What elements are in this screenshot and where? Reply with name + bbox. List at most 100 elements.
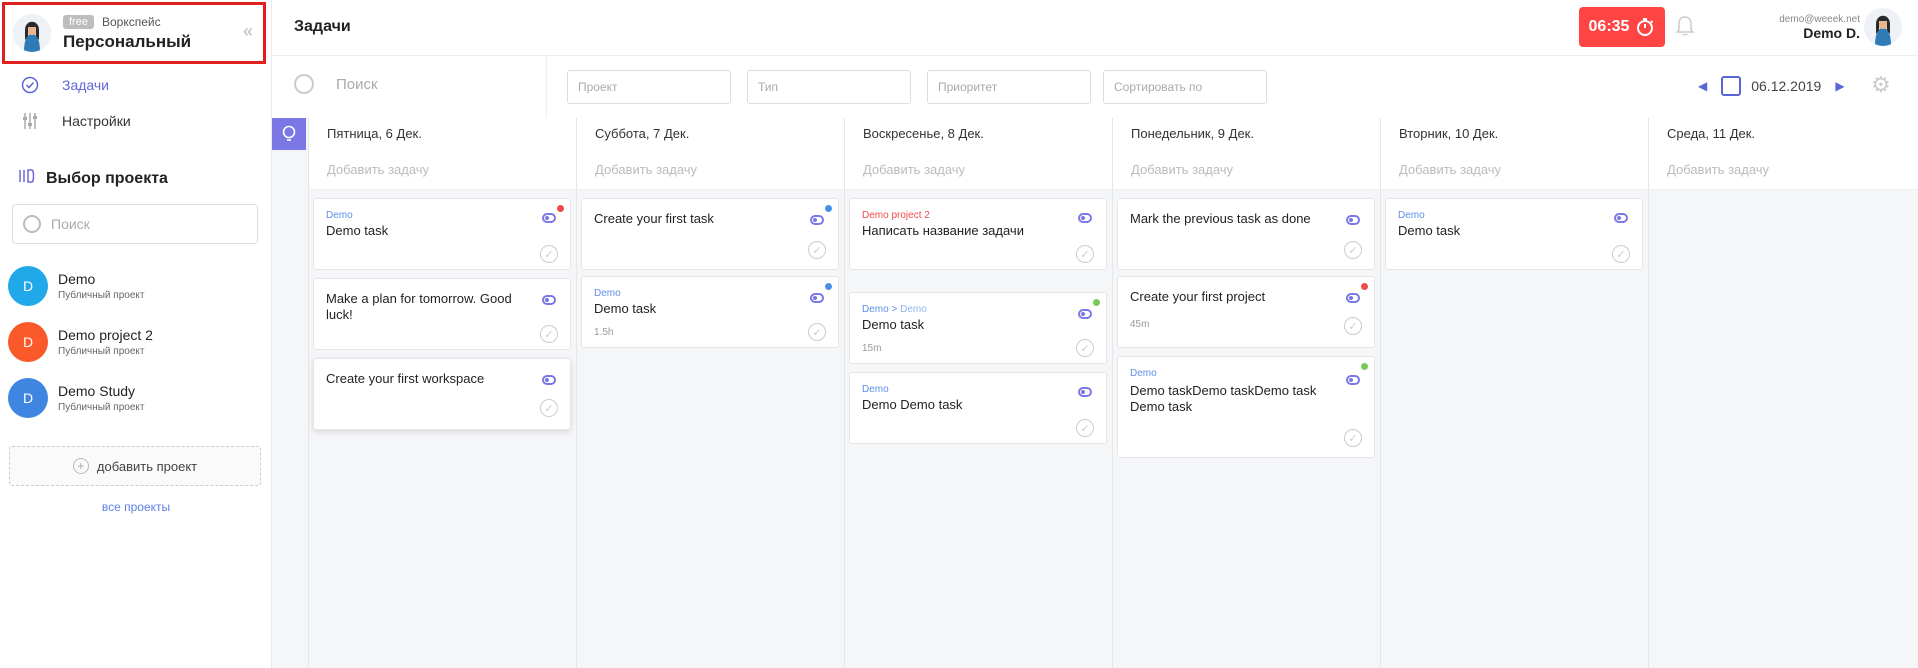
nav-label: Задачи xyxy=(62,77,110,93)
nav-item-tasks[interactable]: Задачи xyxy=(18,73,109,97)
complete-check-icon[interactable]: ✓ xyxy=(808,323,826,341)
toggle-icon[interactable] xyxy=(542,295,556,305)
projects-title: Выбор проекта xyxy=(46,169,168,187)
complete-check-icon[interactable]: ✓ xyxy=(1344,429,1362,447)
toggle-icon[interactable] xyxy=(1346,293,1360,303)
task-card[interactable]: Demo project 2 Написать название задачи … xyxy=(849,198,1107,270)
complete-check-icon[interactable]: ✓ xyxy=(1076,339,1094,357)
complete-check-icon[interactable]: ✓ xyxy=(1344,241,1362,259)
add-task-button[interactable]: Добавить задачу xyxy=(1649,150,1918,177)
toggle-icon[interactable] xyxy=(1078,387,1092,397)
toggle-icon[interactable] xyxy=(1346,215,1360,225)
task-project-tag: Demo xyxy=(326,210,353,221)
task-project-tag: Demo > Demo xyxy=(862,304,927,315)
project-search-input[interactable]: Поиск xyxy=(12,204,258,244)
sort-filter[interactable]: Сортировать по xyxy=(1103,70,1267,104)
toggle-icon[interactable] xyxy=(542,213,556,223)
project-subtitle: Публичный проект xyxy=(58,402,145,413)
current-date: 06.12.2019 xyxy=(1751,78,1822,94)
complete-check-icon[interactable]: ✓ xyxy=(1612,245,1630,263)
complete-check-icon[interactable]: ✓ xyxy=(1076,419,1094,437)
toggle-icon[interactable] xyxy=(1614,213,1628,223)
task-title: Create your first workspace xyxy=(326,371,485,386)
sliders-icon xyxy=(18,109,42,133)
priority-filter[interactable]: Приоритет xyxy=(927,70,1091,104)
bell-icon[interactable] xyxy=(1675,14,1695,42)
page-title: Задачи xyxy=(294,18,351,35)
task-card[interactable]: Demo > Demo Demo task 15m ✓ xyxy=(849,292,1107,364)
task-title: Demo taskDemo taskDemo task Demo task xyxy=(1130,383,1317,414)
task-project-tag: Demo xyxy=(1130,368,1157,379)
toggle-icon[interactable] xyxy=(1078,309,1092,319)
task-card[interactable]: Make a plan for tomorrow. Good luck! ✓ xyxy=(313,278,571,350)
all-projects-link[interactable]: все проекты xyxy=(0,500,272,514)
complete-check-icon[interactable]: ✓ xyxy=(1076,245,1094,263)
project-subtitle: Публичный проект xyxy=(58,290,145,301)
task-card[interactable]: Create your first task ✓ xyxy=(581,198,839,270)
search-icon xyxy=(23,215,41,233)
nav-item-settings[interactable]: Настройки xyxy=(18,109,131,133)
calendar-icon[interactable] xyxy=(1721,76,1742,96)
task-duration: 45m xyxy=(1130,319,1150,330)
priority-dot xyxy=(1361,283,1368,290)
prev-date-icon[interactable]: ◀ xyxy=(1698,79,1707,93)
add-task-button[interactable]: Добавить задачу xyxy=(1113,150,1380,177)
complete-check-icon[interactable]: ✓ xyxy=(808,241,826,259)
workspace-selector[interactable]: free Воркспейс Персональный « xyxy=(2,2,266,64)
day-column: Среда, 11 Дек. Добавить задачу xyxy=(1648,118,1918,668)
task-search-input[interactable]: Поиск xyxy=(294,74,378,94)
toggle-icon[interactable] xyxy=(542,375,556,385)
project-name: Demo project 2 xyxy=(58,327,153,343)
project-filter[interactable]: Проект xyxy=(567,70,731,104)
project-item-demo[interactable]: D Demo Публичный проект xyxy=(8,266,144,306)
timer-value: 06:35 xyxy=(1588,18,1630,35)
task-duration: 15m xyxy=(862,343,882,354)
task-card[interactable]: Demo Demo task ✓ xyxy=(313,198,571,270)
task-title: Create your first task xyxy=(594,211,714,226)
task-card[interactable]: Demo Demo Demo task ✓ xyxy=(849,372,1107,444)
project-item-demo-study[interactable]: D Demo Study Публичный проект xyxy=(8,378,144,418)
toggle-icon[interactable] xyxy=(1078,213,1092,223)
type-filter[interactable]: Тип xyxy=(747,70,911,104)
project-name: Demo xyxy=(58,271,96,287)
toggle-icon[interactable] xyxy=(1346,375,1360,385)
gear-icon[interactable]: ⚙ xyxy=(1871,72,1891,98)
plan-badge: free xyxy=(63,14,94,29)
add-task-button[interactable]: Добавить задачу xyxy=(1381,150,1648,177)
collapse-sidebar-icon[interactable]: « xyxy=(243,21,253,42)
task-project-tag: Demo xyxy=(862,384,889,395)
task-project-tag: Demo xyxy=(1398,210,1425,221)
task-card[interactable]: Demo Demo taskDemo taskDemo task Demo ta… xyxy=(1117,356,1375,458)
search-placeholder: Поиск xyxy=(336,75,378,93)
next-date-icon[interactable]: ▶ xyxy=(1835,79,1844,93)
project-item-demo-project-2[interactable]: D Demo project 2 Публичный проект xyxy=(8,322,153,362)
task-card[interactable]: Create your first workspace ✓ xyxy=(313,358,571,430)
task-card[interactable]: Create your first project 45m ✓ xyxy=(1117,276,1375,348)
date-navigator: ◀ 06.12.2019 ▶ xyxy=(1698,76,1845,96)
add-project-button[interactable]: + добавить проект xyxy=(9,446,261,486)
user-email: demo@weeek.net xyxy=(1779,14,1860,25)
task-title: Create your first project xyxy=(1130,289,1266,304)
toggle-icon[interactable] xyxy=(810,293,824,303)
task-card[interactable]: Demo Demo task 1.5h ✓ xyxy=(581,276,839,348)
complete-check-icon[interactable]: ✓ xyxy=(1344,317,1362,335)
complete-check-icon[interactable]: ✓ xyxy=(540,325,558,343)
user-avatar[interactable] xyxy=(1864,8,1902,46)
task-title: Mark the previous task as done xyxy=(1130,211,1311,226)
add-task-button[interactable]: Добавить задачу xyxy=(845,150,1112,177)
task-card[interactable]: Mark the previous task as done ✓ xyxy=(1117,198,1375,270)
lightbulb-icon[interactable] xyxy=(272,118,306,150)
divider xyxy=(546,56,547,118)
plus-icon: + xyxy=(72,458,89,474)
add-task-button[interactable]: Добавить задачу xyxy=(309,150,576,177)
toggle-icon[interactable] xyxy=(810,215,824,225)
add-task-button[interactable]: Добавить задачу xyxy=(577,150,844,177)
day-column: Пятница, 6 Дек. Добавить задачу Demo Dem… xyxy=(308,118,576,668)
timer-button[interactable]: 06:35 xyxy=(1579,7,1665,47)
column-date: Среда, 11 Дек. xyxy=(1667,126,1756,141)
user-info[interactable]: demo@weeek.net Demo D. xyxy=(1779,14,1860,41)
complete-check-icon[interactable]: ✓ xyxy=(540,399,558,417)
column-date: Суббота, 7 Дек. xyxy=(595,126,690,141)
complete-check-icon[interactable]: ✓ xyxy=(540,245,558,263)
task-card[interactable]: Demo Demo task ✓ xyxy=(1385,198,1643,270)
